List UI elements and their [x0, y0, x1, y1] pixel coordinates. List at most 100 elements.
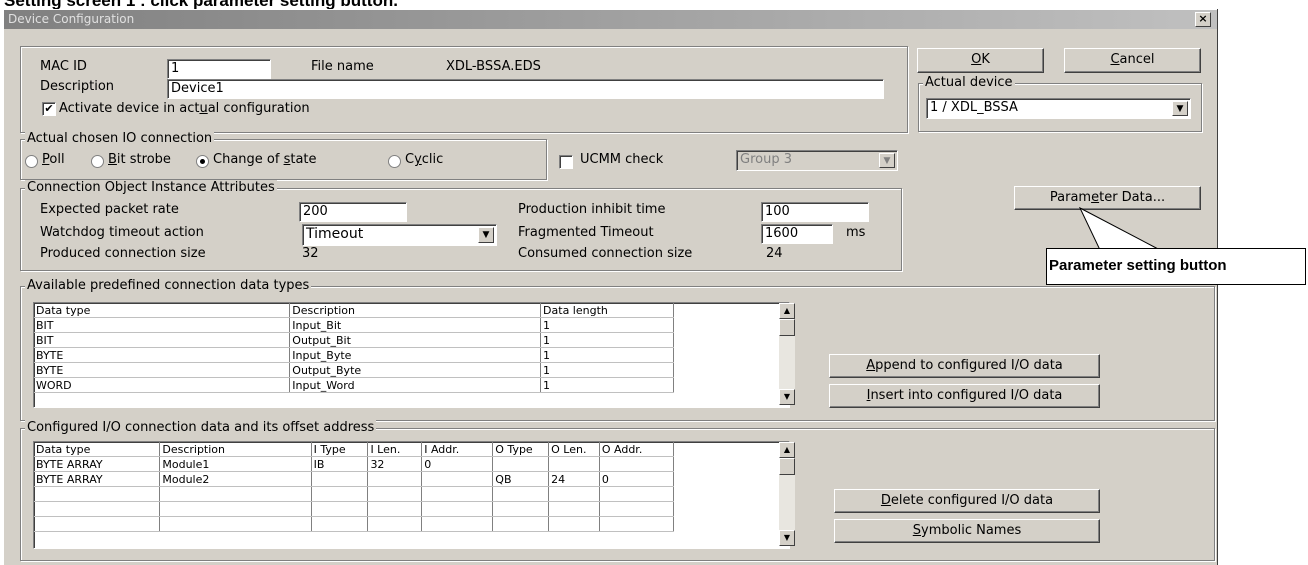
chevron-down-icon[interactable]: ▼	[478, 227, 494, 243]
table-cell: 0	[599, 471, 675, 487]
change-of-state-radio[interactable]	[196, 155, 209, 168]
append-button[interactable]: Append to configured I/O data	[829, 354, 1100, 378]
configured-table[interactable]: Data type Description I Type I Len. I Addr. O…	[33, 441, 790, 549]
poll-label[interactable]: Poll	[42, 152, 65, 167]
io-connection-title: Actual chosen IO connection	[25, 131, 215, 146]
table-cell	[311, 471, 369, 487]
table-cell	[311, 486, 369, 502]
actual-device-title: Actual device	[923, 75, 1015, 90]
fragmented-timeout-field[interactable]: 1600	[761, 224, 833, 244]
change-of-state-label[interactable]: Change of state	[213, 152, 317, 167]
column-header[interactable]: Data type	[34, 442, 161, 457]
table-row[interactable]: BIT Input_Bit 1	[34, 317, 674, 333]
table-cell	[311, 516, 369, 532]
table-row[interactable]: WORD Input_Word 1	[34, 377, 674, 393]
actual-device-select[interactable]: 1 / XDL_BSSA ▼	[926, 98, 1191, 119]
fragmented-unit: ms	[846, 225, 866, 240]
expected-packet-rate-field[interactable]: 200	[299, 202, 407, 222]
scroll-down-icon[interactable]: ▼	[779, 389, 795, 405]
ok-button[interactable]: OK	[917, 48, 1044, 73]
table-cell: Input_Byte	[289, 347, 542, 363]
available-title: Available predefined connection data typ…	[25, 278, 312, 293]
table-cell	[492, 501, 550, 517]
ucmm-label[interactable]: UCMM check	[580, 152, 663, 167]
table-cell	[159, 501, 312, 517]
table-cell: BIT	[34, 332, 291, 348]
table-cell: BYTE	[34, 362, 291, 378]
column-header[interactable]: I Addr.	[421, 442, 494, 457]
table-cell	[367, 516, 423, 532]
cyclic-label[interactable]: Cyclic	[405, 152, 443, 167]
table-row[interactable]	[34, 501, 675, 517]
attributes-title: Connection Object Instance Attributes	[25, 180, 277, 195]
group-select[interactable]: Group 3 ▼	[736, 150, 898, 171]
chevron-down-icon[interactable]: ▼	[1172, 101, 1188, 116]
table-row[interactable]	[34, 486, 675, 502]
column-header[interactable]: O Len.	[548, 442, 600, 457]
table-cell: BYTE	[34, 347, 291, 363]
inhibit-time-field[interactable]: 100	[761, 202, 869, 222]
activate-label[interactable]: Activate device in actual configuration	[59, 101, 310, 116]
available-scrollbar[interactable]: ▲ ▼	[779, 303, 795, 405]
file-name-label: File name	[311, 59, 374, 74]
column-header[interactable]: O Type	[492, 442, 550, 457]
column-header[interactable]: I Len.	[367, 442, 423, 457]
column-header[interactable]: I Type	[311, 442, 369, 457]
produced-size-value: 32	[302, 246, 319, 261]
expected-packet-rate-label: Expected packet rate	[40, 202, 179, 217]
bit-strobe-radio[interactable]	[91, 155, 104, 168]
chevron-down-icon[interactable]: ▼	[879, 153, 895, 168]
column-header[interactable]: Data type	[34, 303, 291, 318]
configured-scrollbar[interactable]: ▲ ▼	[779, 442, 795, 546]
scroll-down-icon[interactable]: ▼	[779, 530, 795, 546]
cyclic-radio[interactable]	[388, 155, 401, 168]
available-table[interactable]: Data type Description Data length BIT Input…	[33, 302, 790, 408]
column-header[interactable]: Description	[289, 303, 542, 318]
title-bar[interactable]: Device Configuration ×	[4, 10, 1217, 29]
inhibit-time-label: Production inhibit time	[518, 202, 666, 217]
scroll-thumb[interactable]	[779, 319, 795, 336]
table-cell	[367, 486, 423, 502]
bit-strobe-label[interactable]: Bit strobe	[108, 152, 171, 167]
table-cell	[599, 516, 675, 532]
table-cell: Module2	[159, 471, 312, 487]
close-button[interactable]: ×	[1195, 12, 1211, 27]
column-header[interactable]: Description	[159, 442, 312, 457]
insert-button[interactable]: Insert into configured I/O data	[829, 384, 1100, 408]
column-header[interactable]: O Addr.	[599, 442, 675, 457]
table-cell: Input_Bit	[289, 317, 542, 333]
table-cell: BYTE ARRAY	[34, 456, 161, 472]
scroll-up-icon[interactable]: ▲	[779, 442, 795, 458]
scroll-thumb[interactable]	[779, 458, 795, 475]
table-cell	[159, 486, 312, 502]
table-cell: 32	[367, 456, 423, 472]
delete-button[interactable]: Delete configured I/O data	[834, 489, 1100, 513]
table-row[interactable]: BYTE Output_Byte 1	[34, 362, 674, 378]
table-cell	[548, 456, 600, 472]
symbolic-names-button[interactable]: Symbolic Names	[834, 519, 1100, 543]
watchdog-select[interactable]: Timeout ▼	[302, 224, 497, 246]
table-cell	[492, 516, 550, 532]
parameter-callout: Parameter setting button	[1046, 248, 1306, 285]
table-cell: 1	[540, 317, 674, 333]
mac-id-field[interactable]: 1	[167, 59, 271, 79]
table-row[interactable]: BYTE ARRAY Module2 QB 24 0	[34, 471, 675, 487]
table-cell	[34, 501, 161, 517]
description-label: Description	[40, 79, 115, 94]
description-field[interactable]: Device1	[167, 79, 884, 99]
table-cell	[367, 471, 423, 487]
produced-size-label: Produced connection size	[40, 246, 206, 261]
activate-checkbox[interactable]: ✔	[42, 102, 56, 116]
file-name-value: XDL-BSSA.EDS	[446, 59, 541, 74]
table-cell: 1	[540, 332, 674, 348]
scroll-up-icon[interactable]: ▲	[779, 303, 795, 319]
table-row[interactable]: BYTE ARRAY Module1 IB 32 0	[34, 456, 675, 472]
table-row[interactable]: BIT Output_Bit 1	[34, 332, 674, 348]
column-header[interactable]: Data length	[540, 303, 674, 318]
cancel-button[interactable]: Cancel	[1064, 48, 1201, 73]
poll-radio[interactable]	[25, 155, 38, 168]
table-cell	[492, 456, 550, 472]
ucmm-checkbox[interactable]	[559, 155, 573, 169]
table-row[interactable]	[34, 516, 675, 532]
table-row[interactable]: BYTE Input_Byte 1	[34, 347, 674, 363]
